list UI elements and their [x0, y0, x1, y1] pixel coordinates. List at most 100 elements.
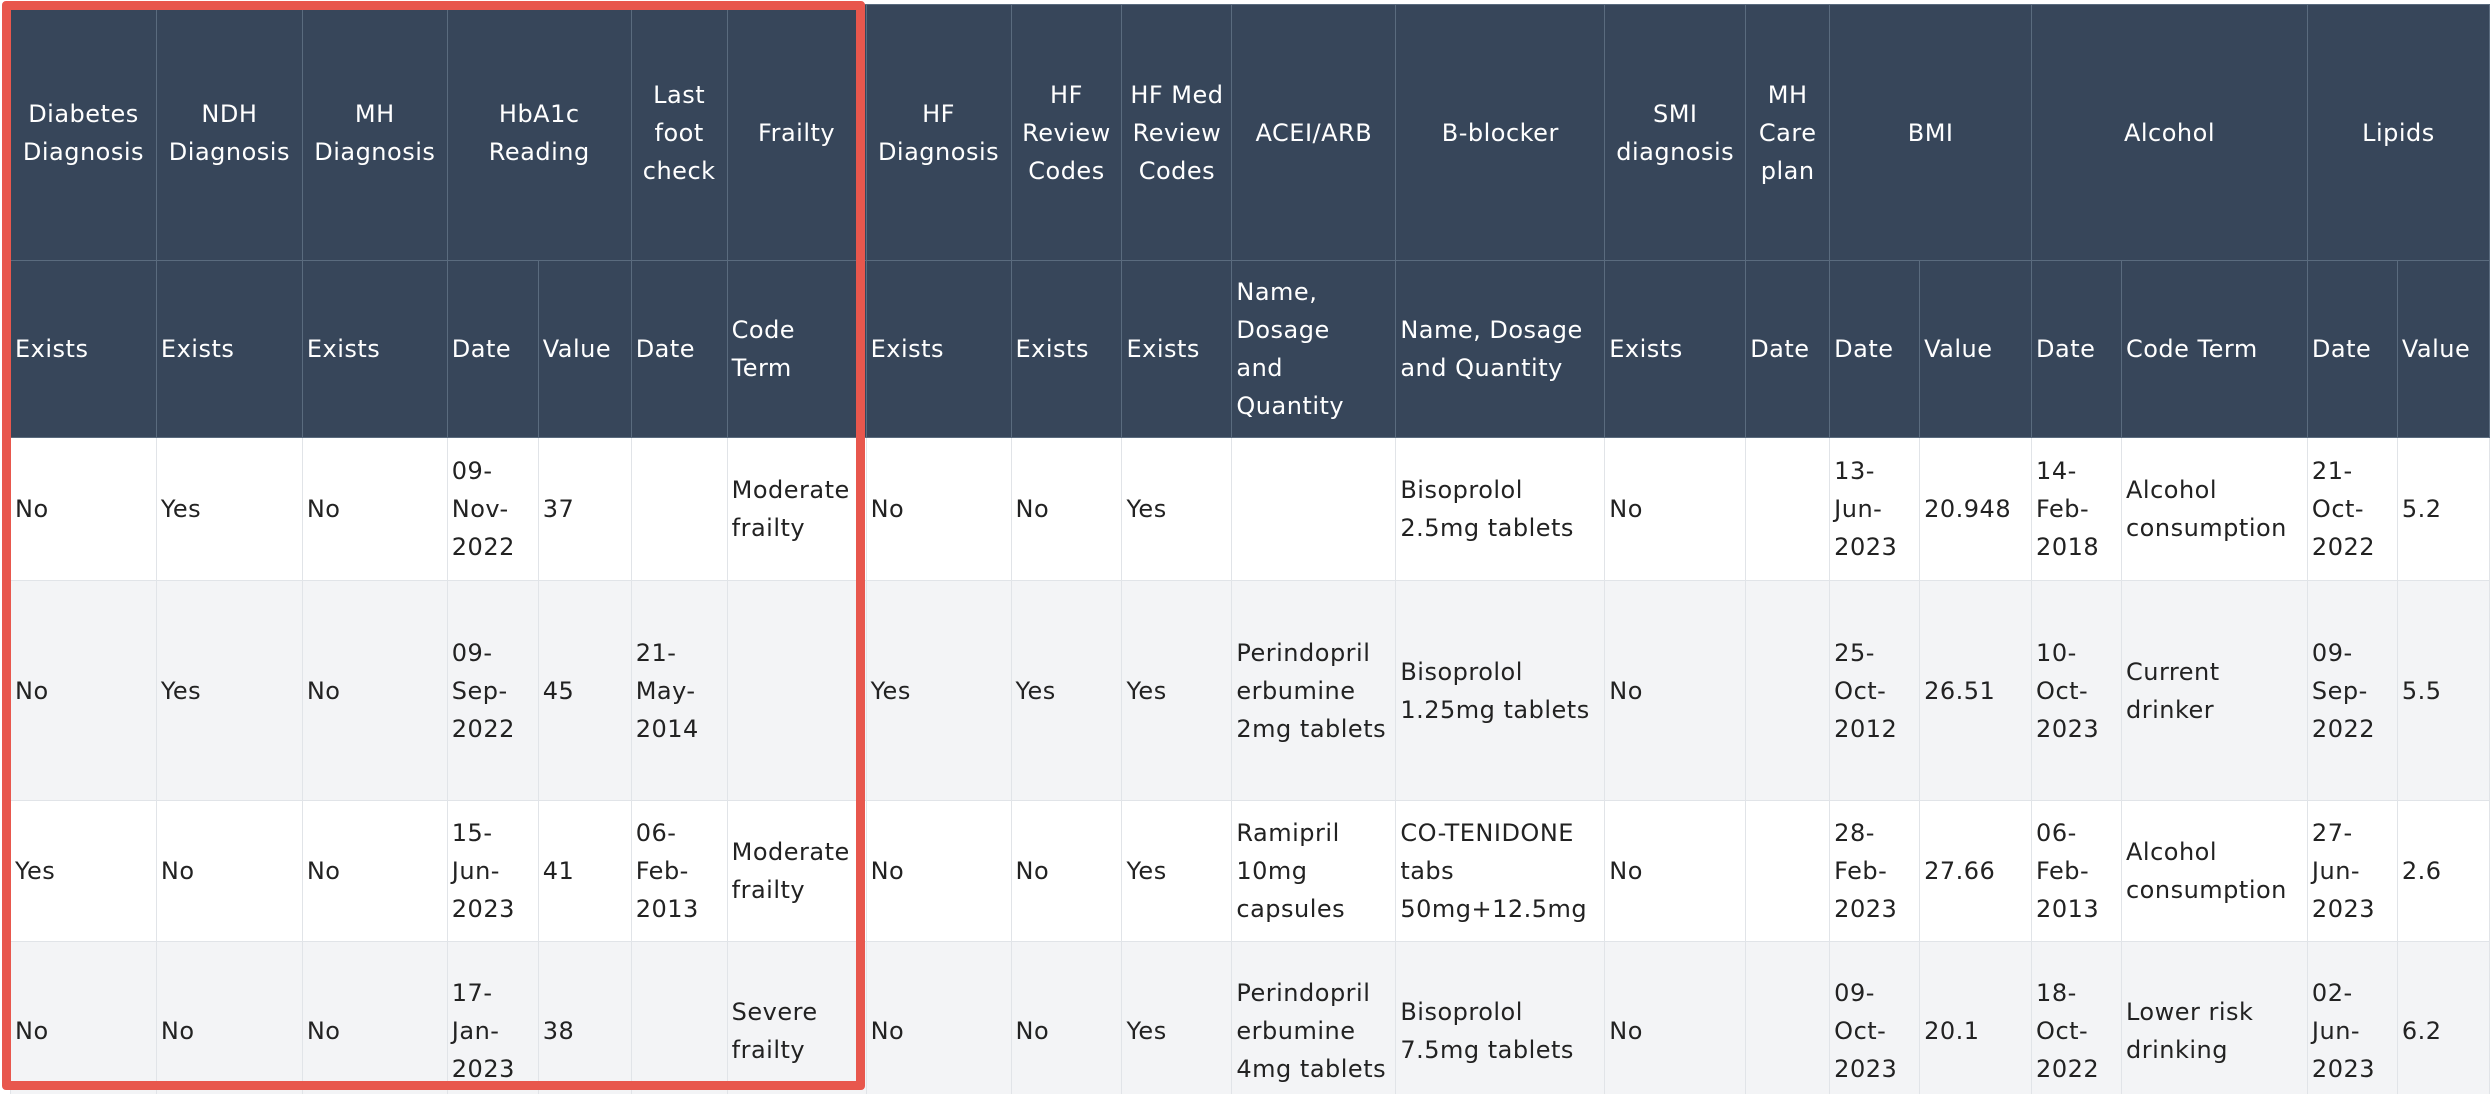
col-group-mh-care-plan[interactable]: MH Care plan: [1745, 4, 1831, 261]
col-lipids-value[interactable]: Value: [2396, 260, 2490, 438]
table-cell: No: [1604, 941, 1747, 1094]
table-row[interactable]: No No No 17-Jan-2023 38 Severe frailty N…: [10, 941, 2490, 1094]
table-cell: Ramipril 10mg capsules: [1231, 800, 1397, 942]
table-cell: No: [301, 800, 448, 942]
table-cell: 27.66: [1919, 800, 2033, 942]
table-cell: No: [10, 941, 157, 1094]
col-group-frailty[interactable]: Frailty: [726, 4, 867, 261]
table-cell: 28-Feb-2023: [1829, 800, 1921, 942]
table-cell: No: [301, 580, 448, 801]
table-cell: 6.2: [2396, 941, 2490, 1094]
table-cell: 45: [537, 580, 632, 801]
table-cell: No: [1010, 437, 1123, 581]
table-cell: [1745, 437, 1831, 581]
col-mh-care-plan-date[interactable]: Date: [1745, 260, 1831, 438]
table-cell: [1231, 437, 1397, 581]
col-hf-diagnosis-exists[interactable]: Exists: [865, 260, 1012, 438]
col-group-foot-check[interactable]: Last foot check: [630, 4, 728, 261]
col-acei-arb-name[interactable]: Name, Dosage and Quantity: [1231, 260, 1397, 438]
table-cell: 14-Feb-2018: [2031, 437, 2122, 581]
col-group-hf-review[interactable]: HF Review Codes: [1010, 4, 1123, 261]
col-diabetes-exists[interactable]: Exists: [10, 260, 157, 438]
table-cell: 5.5: [2396, 580, 2490, 801]
table-cell: [630, 941, 728, 1094]
col-group-acei-arb[interactable]: ACEI/ARB: [1231, 4, 1397, 261]
col-foot-check-date[interactable]: Date: [630, 260, 728, 438]
table-cell: No: [865, 941, 1012, 1094]
col-alcohol-date[interactable]: Date: [2031, 260, 2122, 438]
col-group-hf-med-review[interactable]: HF Med Review Codes: [1121, 4, 1233, 261]
table-cell: Yes: [1121, 437, 1233, 581]
table-row[interactable]: No Yes No 09-Nov-2022 37 Moderate frailt…: [10, 437, 2490, 581]
table-cell: No: [1604, 800, 1747, 942]
table-cell: No: [301, 941, 448, 1094]
table-cell: No: [10, 580, 157, 801]
table-cell: 18-Oct-2022: [2031, 941, 2122, 1094]
table-cell: No: [865, 437, 1012, 581]
col-hba1c-value[interactable]: Value: [537, 260, 632, 438]
col-lipids-date[interactable]: Date: [2306, 260, 2398, 438]
table-row[interactable]: Yes No No 15-Jun-2023 41 06-Feb-2013 Mod…: [10, 800, 2490, 942]
table-row[interactable]: No Yes No 09-Sep-2022 45 21-May-2014 Yes…: [10, 580, 2490, 801]
col-mh-exists[interactable]: Exists: [301, 260, 448, 438]
table-cell: 09-Sep-2022: [446, 580, 539, 801]
col-group-smi[interactable]: SMI diagnosis: [1604, 4, 1747, 261]
table-cell: Bisoprolol 2.5mg tablets: [1395, 437, 1606, 581]
table-cell: 09-Oct-2023: [1829, 941, 1921, 1094]
col-hf-review-exists[interactable]: Exists: [1010, 260, 1123, 438]
col-b-blocker-name[interactable]: Name, Dosage and Quantity: [1395, 260, 1606, 438]
col-hba1c-date[interactable]: Date: [446, 260, 539, 438]
table-cell: CO-TENIDONE tabs 50mg+12.5mg: [1395, 800, 1606, 942]
table-cell: Yes: [1121, 941, 1233, 1094]
group-header-row: Diabetes Diagnosis NDH Diagnosis MH Diag…: [10, 4, 2490, 261]
col-group-alcohol[interactable]: Alcohol: [2031, 4, 2308, 261]
col-hf-med-review-exists[interactable]: Exists: [1121, 260, 1233, 438]
table-cell: 20.948: [1919, 437, 2033, 581]
col-frailty-code-term[interactable]: Code Term: [726, 260, 867, 438]
col-bmi-date[interactable]: Date: [1829, 260, 1921, 438]
table-cell: Yes: [10, 800, 157, 942]
table-cell: 5.2: [2396, 437, 2490, 581]
table-cell: Yes: [1121, 580, 1233, 801]
table-cell: 37: [537, 437, 632, 581]
col-ndh-exists[interactable]: Exists: [155, 260, 303, 438]
table-cell: No: [1604, 437, 1747, 581]
table-cell: 09-Sep-2022: [2306, 580, 2398, 801]
col-group-mh[interactable]: MH Diagnosis: [301, 4, 448, 261]
table-cell: 21-May-2014: [630, 580, 728, 801]
table-cell: [630, 437, 728, 581]
table-cell: Current drinker: [2120, 580, 2308, 801]
table-cell: No: [1010, 800, 1123, 942]
table-cell: Yes: [1010, 580, 1123, 801]
sub-header-row: Exists Exists Exists Date Value Date Cod…: [10, 260, 2490, 438]
col-group-bmi[interactable]: BMI: [1829, 4, 2033, 261]
col-bmi-value[interactable]: Value: [1919, 260, 2033, 438]
col-group-hba1c[interactable]: HbA1c Reading: [446, 4, 632, 261]
table-cell: Moderate frailty: [726, 800, 867, 942]
table-cell: 10-Oct-2023: [2031, 580, 2122, 801]
col-group-b-blocker[interactable]: B-blocker: [1395, 4, 1606, 261]
table-cell: Yes: [155, 580, 303, 801]
table-cell: Bisoprolol 7.5mg tablets: [1395, 941, 1606, 1094]
table-cell: Yes: [1121, 800, 1233, 942]
table-cell: [1745, 580, 1831, 801]
col-group-ndh[interactable]: NDH Diagnosis: [155, 4, 303, 261]
table-cell: Alcohol consumption: [2120, 800, 2308, 942]
table-cell: [1745, 941, 1831, 1094]
table-cell: 2.6: [2396, 800, 2490, 942]
col-group-diabetes[interactable]: Diabetes Diagnosis: [10, 4, 157, 261]
table-cell: 21-Oct-2022: [2306, 437, 2398, 581]
table-body: No Yes No 09-Nov-2022 37 Moderate frailt…: [10, 437, 2490, 1094]
table-cell: Yes: [865, 580, 1012, 801]
col-smi-exists[interactable]: Exists: [1604, 260, 1747, 438]
table-cell: 20.1: [1919, 941, 2033, 1094]
table-cell: 25-Oct-2012: [1829, 580, 1921, 801]
table-cell: Lower risk drinking: [2120, 941, 2308, 1094]
col-group-hf-diagnosis[interactable]: HF Diagnosis: [865, 4, 1012, 261]
table-cell: No: [1604, 580, 1747, 801]
col-alcohol-code-term[interactable]: Code Term: [2120, 260, 2308, 438]
table-cell: No: [155, 941, 303, 1094]
col-group-lipids[interactable]: Lipids: [2306, 4, 2490, 261]
table-cell: 15-Jun-2023: [446, 800, 539, 942]
table-cell: Alcohol consumption: [2120, 437, 2308, 581]
